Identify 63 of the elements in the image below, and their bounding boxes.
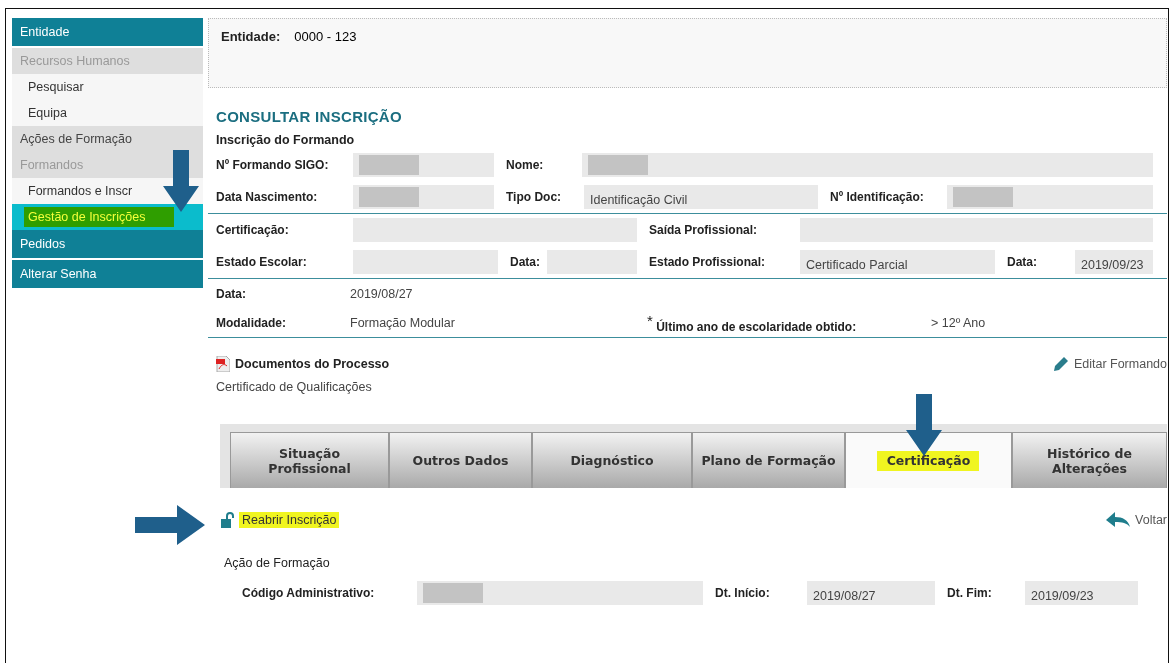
redaction-bar: [423, 582, 483, 603]
tab[interactable]: Certificação: [845, 432, 1012, 488]
redaction-bar: [588, 155, 648, 175]
certificate-text: Certificado de Qualificações: [216, 380, 373, 394]
field-value: Formação Modular: [350, 315, 456, 330]
field-label: Estado Profissional:: [649, 255, 767, 269]
documents-link[interactable]: Documentos do Processo: [216, 356, 390, 372]
redaction-bar: [953, 187, 1013, 207]
field-label: Saída Profissional:: [649, 223, 759, 237]
field-label: Dt. Início:: [715, 585, 771, 600]
field-label: Dt. Fim:: [947, 585, 993, 600]
field-label: Tipo Doc:: [506, 190, 563, 204]
edit-link[interactable]: Editar Formando: [1052, 356, 1167, 372]
input-field[interactable]: [582, 153, 1153, 177]
field-label: Data:: [510, 255, 541, 269]
tab[interactable]: Situação Profissional: [230, 432, 389, 488]
pdf-icon: [216, 356, 230, 372]
input-field[interactable]: [353, 185, 494, 209]
input-field[interactable]: [353, 153, 494, 177]
input-field[interactable]: [417, 580, 703, 605]
sidebar-item[interactable]: Equipa: [12, 100, 203, 126]
field-value: > 12º Ano: [931, 315, 987, 330]
tab[interactable]: Histórico de Alterações: [1012, 432, 1167, 488]
entity-label: Entidade:: [221, 29, 281, 44]
redaction-bar: [359, 155, 419, 175]
tab[interactable]: Plano de Formação: [692, 432, 845, 488]
tab[interactable]: Diagnóstico: [532, 432, 692, 488]
field-label: Data:: [216, 286, 247, 301]
field-label: Nº Identificação:: [830, 190, 925, 204]
input-field[interactable]: [947, 185, 1153, 209]
back-arrow-icon: [1106, 512, 1131, 528]
page-title: CONSULTAR INSCRIÇÃO: [216, 108, 403, 125]
sidebar-item[interactable]: Ações de Formação: [12, 126, 203, 152]
sidebar-item[interactable]: Entidade: [12, 18, 203, 48]
section-title: Ação de Formação: [224, 556, 331, 570]
annotation-arrow-icon: [135, 505, 205, 545]
field-label: Estado Escolar:: [216, 255, 308, 269]
entity-value: 0000 - 123: [294, 29, 357, 44]
field-label: Modalidade:: [216, 315, 287, 330]
input-field[interactable]: 2019/09/23: [1025, 580, 1138, 605]
field-value: 2019/08/27: [350, 286, 414, 301]
input-field[interactable]: 2019/08/27: [807, 580, 935, 605]
reopen-link[interactable]: Reabrir Inscrição: [239, 512, 340, 528]
input-field[interactable]: Identificação Civil: [584, 185, 818, 209]
back-link[interactable]: Voltar: [1106, 512, 1167, 528]
annotation-arrow-icon: [906, 394, 942, 456]
field-label: Nº Formando SIGO:: [216, 158, 330, 172]
field-label: Data Nascimento:: [216, 190, 319, 204]
field-label: Data:: [1007, 255, 1038, 269]
input-field[interactable]: Certificado Parcial: [800, 250, 995, 274]
tab[interactable]: Outros Dados: [389, 432, 532, 488]
redaction-bar: [359, 187, 419, 207]
section-title: Inscrição do Formando: [216, 133, 356, 147]
sidebar-item[interactable]: Alterar Senha: [12, 260, 203, 290]
sidebar-item[interactable]: Pesquisar: [12, 74, 203, 100]
field-label: Código Administrativo:: [242, 585, 376, 600]
field-label: Certificação:: [216, 223, 290, 237]
unlock-icon: [220, 512, 236, 528]
input-field[interactable]: 2019/09/23: [1075, 250, 1153, 274]
annotation-arrow-icon: [163, 150, 199, 212]
sidebar-item[interactable]: Pedidos: [12, 230, 203, 260]
pencil-icon: [1052, 356, 1069, 372]
field-label: Nome:: [506, 158, 545, 172]
